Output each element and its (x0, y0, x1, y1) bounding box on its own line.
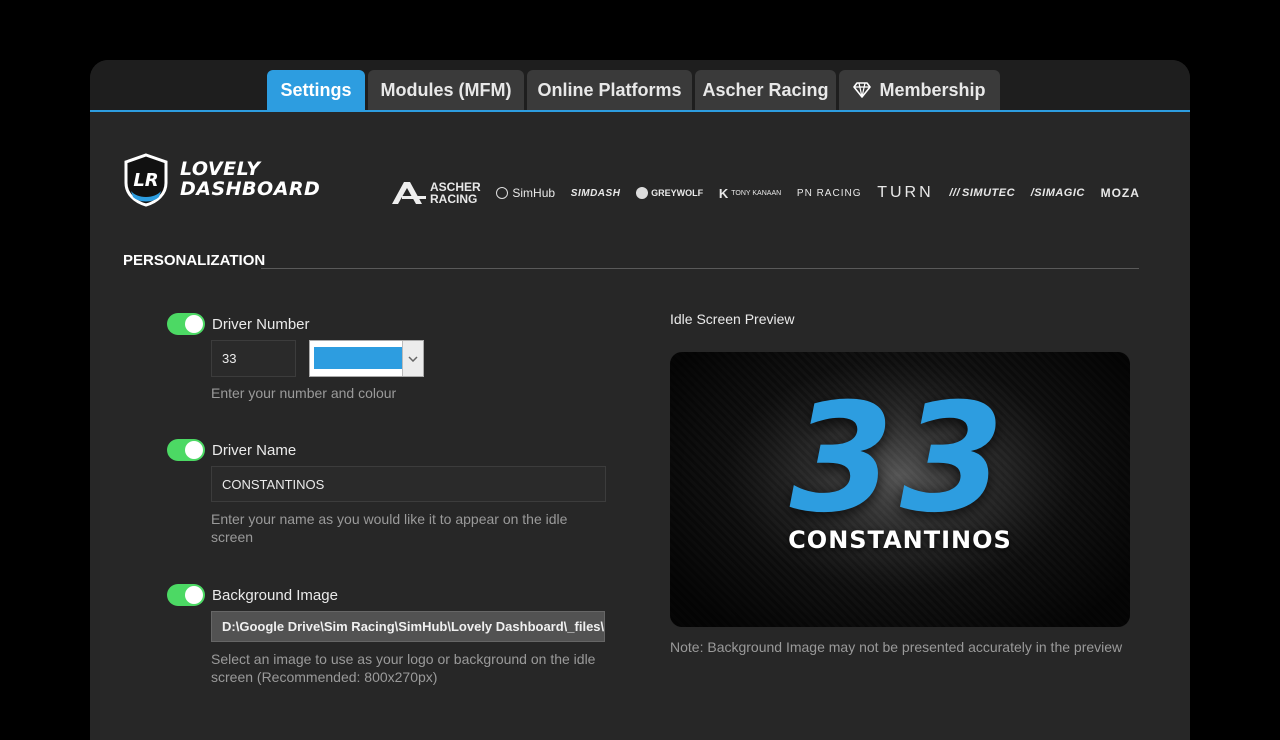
sponsor-simutec: /// SIMUTEC (949, 187, 1015, 199)
section-title-personalization: PERSONALIZATION (123, 252, 266, 269)
driver-number-help: Enter your number and colour (211, 385, 397, 401)
chevron-down-icon[interactable] (402, 341, 423, 376)
tab-label: Settings (280, 79, 352, 100)
toggle-knob (185, 586, 203, 604)
toggle-knob (185, 441, 203, 459)
driver-number-input[interactable]: 33 (211, 340, 296, 377)
driver-number-color-picker[interactable] (309, 340, 424, 377)
sponsor-pnracing-label: PN RACING (796, 187, 862, 199)
idle-screen-preview: 33 CONSTANTINOS (670, 352, 1130, 627)
sponsor-moza: MOZA (1101, 186, 1140, 200)
simutec-icon: /// (949, 187, 961, 199)
tab-label: Ascher Racing (702, 79, 829, 100)
tab-membership[interactable]: Membership (839, 70, 1000, 110)
preview-driver-name: CONSTANTINOS (788, 526, 1012, 554)
driver-name-toggle[interactable] (167, 439, 205, 461)
idle-screen-preview-label: Idle Screen Preview (670, 311, 795, 327)
logo-wordmark: LOVELY DASHBOARD (180, 159, 320, 199)
ascher-logo-icon (392, 182, 426, 204)
preview-note: Note: Background Image may not be presen… (670, 639, 1123, 655)
tab-label: Modules (MFM) (380, 79, 512, 100)
sponsor-pn-racing: PN RACING (797, 188, 862, 199)
toggle-knob (185, 315, 203, 333)
driver-number-label: Driver Number (212, 316, 310, 333)
sponsor-turn-label: TURN (877, 184, 934, 201)
tab-modules[interactable]: Modules (MFM) (368, 70, 524, 110)
sponsor-simhub-label: SimHub (512, 186, 556, 200)
tab-ascher-racing[interactable]: Ascher Racing (695, 70, 836, 110)
background-image-toggle[interactable] (167, 584, 205, 606)
sponsor-logos: ASCHER RACING SimHub SIMDASH GREYWOLF K … (390, 178, 1140, 208)
color-swatch (314, 347, 403, 369)
logo-line1: LOVELY (180, 158, 261, 180)
background-image-path-input[interactable]: D:\Google Drive\Sim Racing\SimHub\Lovely… (211, 611, 605, 642)
sponsor-simagic: / SIMAGIC (1031, 187, 1085, 199)
sponsor-greywolf-label: GREYWOLF (651, 188, 704, 198)
tab-label: Online Platforms (537, 79, 682, 100)
lovely-dashboard-logo: LR LOVELY DASHBOARD (123, 153, 343, 209)
logo-badge-text: LR (133, 170, 158, 191)
preview-driver-number: 33 (789, 372, 1011, 546)
tk-icon: K (718, 185, 729, 201)
sponsor-simdash: SIMDASH (571, 188, 621, 199)
app-window: Settings Modules (MFM) Online Platforms … (90, 60, 1190, 740)
tab-bar: Settings Modules (MFM) Online Platforms … (90, 60, 1190, 112)
sponsor-tony-kanaan: K TONY KANAAN (719, 186, 781, 201)
driver-name-input[interactable]: CONSTANTINOS (211, 466, 606, 502)
wolf-icon (636, 187, 649, 199)
section-divider (261, 268, 1139, 269)
driver-number-toggle[interactable] (167, 313, 205, 335)
sponsor-greywolf: GREYWOLF (636, 187, 703, 199)
tab-online-platforms[interactable]: Online Platforms (527, 70, 692, 110)
sponsor-turn: TURN (877, 184, 933, 202)
simhub-icon (496, 187, 509, 199)
sponsor-tonykanaan-label: TONY KANAAN (731, 189, 782, 197)
driver-name-help: Enter your name as you would like it to … (211, 511, 568, 545)
diamond-icon (853, 82, 872, 98)
tab-label: Membership (879, 79, 986, 100)
sponsor-simutec-label: SIMUTEC (962, 187, 1016, 199)
background-image-label: Background Image (212, 587, 338, 604)
shield-logo-icon: LR (124, 153, 168, 207)
sponsor-simagic-label: SIMAGIC (1034, 187, 1085, 199)
driver-name-label: Driver Name (212, 442, 297, 459)
sponsor-ascher-line2: RACING (430, 192, 478, 206)
tab-settings[interactable]: Settings (267, 70, 365, 110)
sponsor-simhub: SimHub (496, 186, 555, 200)
background-image-help: Select an image to use as your logo or b… (211, 651, 596, 685)
logo-line2: DASHBOARD (180, 178, 321, 200)
sponsor-ascher-racing: ASCHER RACING (390, 180, 481, 206)
sponsor-moza-label: MOZA (1100, 186, 1140, 200)
sponsor-simdash-label: SIMDASH (570, 187, 621, 199)
